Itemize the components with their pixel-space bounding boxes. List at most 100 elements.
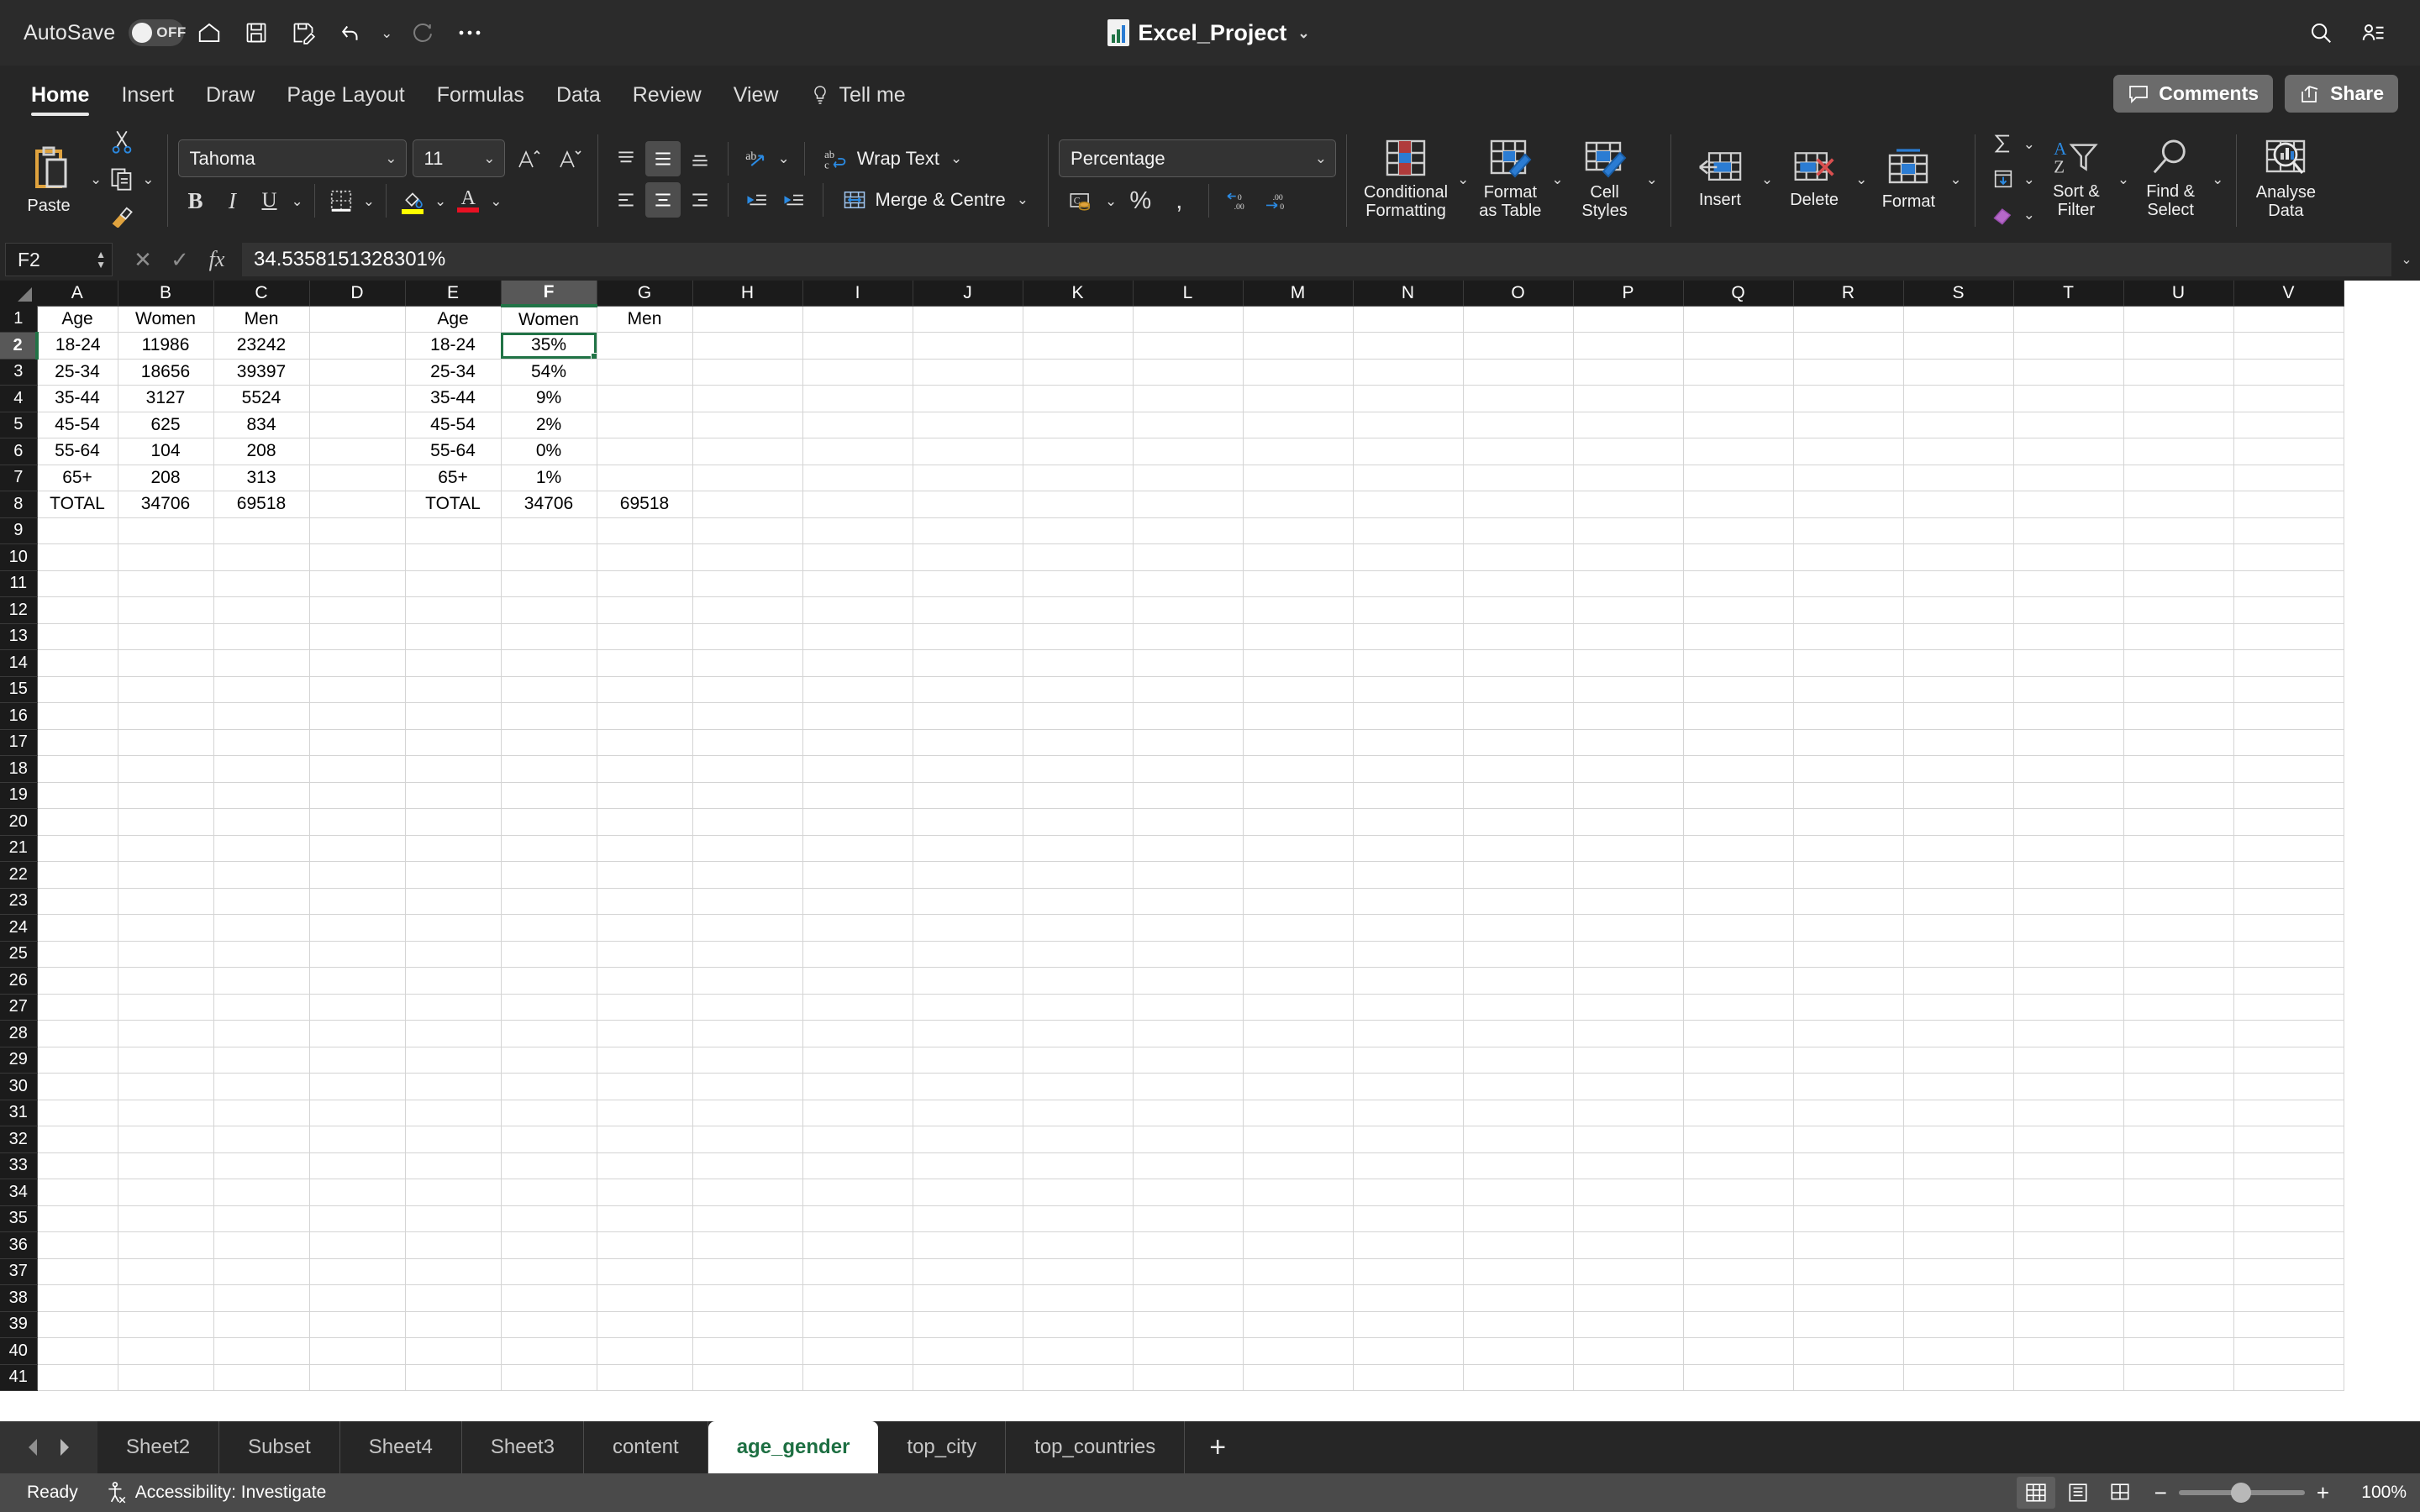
cell-R23[interactable] [1793,888,1904,915]
cell-E19[interactable] [405,782,502,809]
cell-B14[interactable] [118,649,214,677]
cell-O32[interactable] [1463,1126,1574,1153]
cell-Q29[interactable] [1683,1047,1794,1074]
cell-N35[interactable] [1353,1205,1464,1232]
column-header-O[interactable]: O [1463,281,1574,307]
cell-E5[interactable]: 45-54 [405,412,502,438]
font-family-select[interactable]: Tahoma ⌄ [177,139,407,177]
cell-E16[interactable] [405,702,502,730]
sort-filter-button[interactable]: A Z Sort & Filter [2038,125,2115,233]
tab-draw[interactable]: Draw [190,83,271,119]
fill-button[interactable] [1986,161,2021,197]
cell-P34[interactable] [1573,1179,1684,1206]
cell-P31[interactable] [1573,1100,1684,1126]
cell-L17[interactable] [1133,729,1244,756]
cell-A19[interactable] [37,782,118,809]
sheet-tab-top_countries[interactable]: top_countries [1006,1421,1186,1473]
find-select-button[interactable]: Find & Select [2132,125,2209,233]
cell-K18[interactable] [1023,755,1134,783]
cell-J17[interactable] [913,729,1023,756]
cell-D40[interactable] [309,1337,406,1365]
cell-C41[interactable] [213,1364,310,1391]
cell-H3[interactable] [692,359,803,386]
cell-O13[interactable] [1463,623,1574,650]
cell-H25[interactable] [692,941,803,968]
cell-V24[interactable] [2233,914,2344,942]
cell-L31[interactable] [1133,1100,1244,1126]
cell-D4[interactable] [309,385,406,412]
cell-G8[interactable]: 69518 [597,491,693,518]
cell-A13[interactable] [37,623,118,650]
cell-D8[interactable] [309,491,406,518]
cell-M1[interactable] [1243,306,1354,333]
cell-K22[interactable] [1023,861,1134,889]
cell-I3[interactable] [802,359,913,386]
cell-K7[interactable] [1023,465,1134,491]
cell-D21[interactable] [309,835,406,862]
cell-C28[interactable] [213,1020,310,1047]
cell-G29[interactable] [597,1047,693,1074]
cell-K24[interactable] [1023,914,1134,942]
cell-K31[interactable] [1023,1100,1134,1126]
cell-E13[interactable] [405,623,502,650]
cell-K12[interactable] [1023,596,1134,624]
cell-Q19[interactable] [1683,782,1794,809]
cell-Q32[interactable] [1683,1126,1794,1153]
cell-U27[interactable] [2123,994,2234,1021]
cell-D38[interactable] [309,1284,406,1312]
row-header-12[interactable]: 12 [0,596,38,624]
cell-I36[interactable] [802,1231,913,1259]
row-header-32[interactable]: 32 [0,1126,38,1153]
cell-E8[interactable]: TOTAL [405,491,502,518]
cell-L9[interactable] [1133,517,1244,544]
cell-T36[interactable] [2013,1231,2124,1259]
cell-L18[interactable] [1133,755,1244,783]
cell-L28[interactable] [1133,1020,1244,1047]
zoom-handle[interactable] [2230,1483,2251,1503]
cell-N40[interactable] [1353,1337,1464,1365]
cell-U25[interactable] [2123,941,2234,968]
cell-S24[interactable] [1903,914,2014,942]
cell-C17[interactable] [213,729,310,756]
underline-button[interactable]: U [252,183,287,218]
cell-H1[interactable] [692,306,803,333]
cell-U24[interactable] [2123,914,2234,942]
cell-A41[interactable] [37,1364,118,1391]
cell-N6[interactable] [1353,438,1464,465]
cell-I22[interactable] [802,861,913,889]
cell-T27[interactable] [2013,994,2124,1021]
cell-B33[interactable] [118,1152,214,1179]
cell-K17[interactable] [1023,729,1134,756]
cell-A31[interactable] [37,1100,118,1126]
cell-R28[interactable] [1793,1020,1904,1047]
cell-Q14[interactable] [1683,649,1794,677]
column-header-R[interactable]: R [1793,281,1904,307]
cell-U35[interactable] [2123,1205,2234,1232]
cell-B2[interactable]: 11986 [118,332,214,360]
cell-C26[interactable] [213,967,310,995]
cell-E7[interactable]: 65+ [405,465,502,491]
cell-U13[interactable] [2123,623,2234,650]
cell-A18[interactable] [37,755,118,783]
font-color-chevron-down-icon[interactable]: ⌄ [487,194,504,208]
cell-I15[interactable] [802,676,913,703]
share-button[interactable]: Share [2285,75,2398,113]
cell-D10[interactable] [309,543,406,571]
cell-F19[interactable] [501,782,597,809]
cell-D29[interactable] [309,1047,406,1074]
cell-F35[interactable] [501,1205,597,1232]
cell-D16[interactable] [309,702,406,730]
cut-button[interactable] [104,124,139,160]
cell-M7[interactable] [1243,465,1354,491]
cell-I27[interactable] [802,994,913,1021]
cell-R8[interactable] [1793,491,1904,518]
cell-C34[interactable] [213,1179,310,1206]
cell-A3[interactable]: 25-34 [37,359,118,386]
row-header-5[interactable]: 5 [0,412,38,438]
sort-filter-chevron-down-icon[interactable]: ⌄ [2115,172,2132,186]
cell-D35[interactable] [309,1205,406,1232]
orientation-button[interactable]: ab [739,141,774,176]
insert-cells-button[interactable]: Insert [1681,125,1759,233]
cell-M16[interactable] [1243,702,1354,730]
row-header-25[interactable]: 25 [0,941,38,968]
